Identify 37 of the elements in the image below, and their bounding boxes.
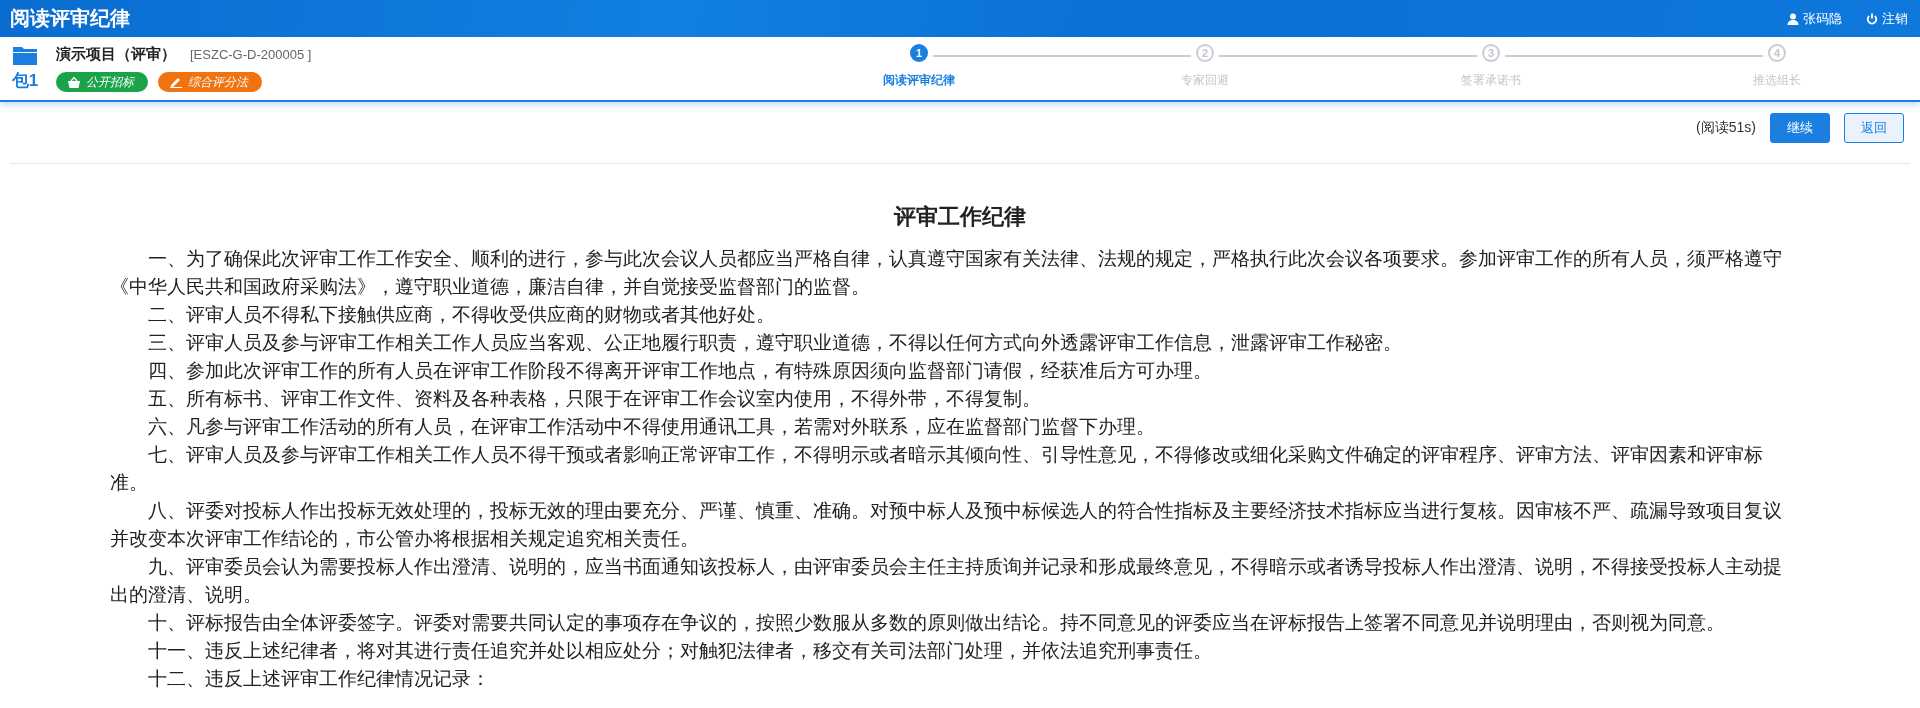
user-icon bbox=[1787, 12, 1799, 25]
rule-paragraph: 六、凡参与评审工作活动的所有人员，在评审工作活动中不得使用通讯工具，若需对外联系，应在监督部门监督下办理。 bbox=[147, 414, 1156, 439]
rule-paragraph: 五、所有标书、评审工作文件、资料及各种表格，只限于在评审工作会议室内使用，不得外带，不得复制。 bbox=[147, 386, 1042, 411]
app-title: 阅读评审纪律 bbox=[10, 6, 131, 31]
method-tag: 公开招标 bbox=[56, 72, 148, 92]
pencil-icon bbox=[170, 76, 182, 88]
user-menu[interactable]: 张码隐 bbox=[1787, 9, 1842, 28]
basket-icon bbox=[68, 76, 80, 88]
step-label: 专家回避 bbox=[1181, 72, 1229, 89]
step-number: 1 bbox=[910, 44, 928, 62]
project-code: [ESZC-G-D-200005 ] bbox=[190, 47, 312, 62]
folder-icon bbox=[13, 45, 37, 65]
step-label: 推选组长 bbox=[1753, 72, 1801, 89]
rule-paragraph: 一、为了确保此次评审工作工作安全、顺利的进行，参与此次会议人员都应当严格自律，认真遵守国家有关法律、法规的规定，严格执行此次会议各项要求。参加评审工作的所有人员，须严格遵守《中华人民共和国政府采购法》，遵守职业道德，廉洁自律，并自觉接受监督部门的监督。 bbox=[110, 246, 1783, 299]
package-label: 包1 bbox=[11, 70, 39, 92]
document-title: 评审工作纪律 bbox=[892, 203, 1027, 231]
continue-button[interactable]: 继续 bbox=[1770, 113, 1830, 143]
method-tag: 综合评分法 bbox=[158, 72, 262, 92]
rule-paragraph: 十一、违反上述纪律者，将对其进行责任追究并处以相应处分；对触犯法律者，移交有关司法部门处理，并依法追究刑事责任。 bbox=[147, 638, 1213, 663]
step-number: 2 bbox=[1196, 44, 1214, 62]
reading-timer: (阅读51s) bbox=[1696, 119, 1756, 137]
rule-paragraph: 十、评标报告由全体评委签字。评委对需要共同认定的事项存在争议的，按照少数服从多数的原则做出结论。持不同意见的评委应当在评标报告上签署不同意见并说明理由，否则视为同意。 bbox=[147, 610, 1726, 635]
rule-paragraph: 七、评审人员及参与评审工作相关工作人员不得干预或者影响正常评审工作，不得明示或者暗示其倾向性、引导性意见，不得修改或细化采购文件确定的评审程序、评审方法、评审因素和评审标准。 bbox=[110, 442, 1764, 495]
step-number: 3 bbox=[1482, 44, 1500, 62]
rule-paragraph: 九、评审委员会认为需要投标人作出澄清、说明的，应当书面通知该投标人，由评审委员会主任主持质询并记录和形成最终意见，不得暗示或者诱导投标人作出澄清、说明，不得接受投标人主动提出的澄清、说明。 bbox=[110, 554, 1783, 607]
rule-paragraph: 八、评委对投标人作出投标无效处理的，投标无效的理由要充分、严谨、慎重、准确。对预中标人及预中标候选人的符合性指标及主要经济技术指标应当进行复核。因审核不严、疏漏导致项目复议并改变本次评审工作结论的，市公管办将根据相关规定追究相关责任。 bbox=[110, 498, 1783, 551]
project-name: 演示项目（评审） bbox=[56, 45, 176, 64]
rule-paragraph: 十二、违反上述评审工作纪律情况记录： bbox=[147, 666, 491, 691]
rule-paragraph: 二、评审人员不得私下接触供应商，不得收受供应商的财物或者其他好处。 bbox=[147, 302, 776, 327]
step-label: 签署承诺书 bbox=[1461, 72, 1521, 89]
back-button[interactable]: 返回 bbox=[1844, 113, 1904, 143]
step-number: 4 bbox=[1768, 44, 1786, 62]
logout-link[interactable]: 注销 bbox=[1866, 9, 1908, 28]
step-label: 阅读评审纪律 bbox=[883, 72, 955, 89]
power-icon bbox=[1866, 12, 1878, 25]
rule-paragraph: 三、评审人员及参与评审工作相关工作人员应当客观、公正地履行职责，遵守职业道德，不得以任何方式向外透露评审工作信息，泄露评审工作秘密。 bbox=[147, 330, 1403, 355]
rule-paragraph: 四、参加此次评审工作的所有人员在评审工作阶段不得离开评审工作地点，有特殊原因须向监督部门请假，经获准后方可办理。 bbox=[147, 358, 1213, 383]
